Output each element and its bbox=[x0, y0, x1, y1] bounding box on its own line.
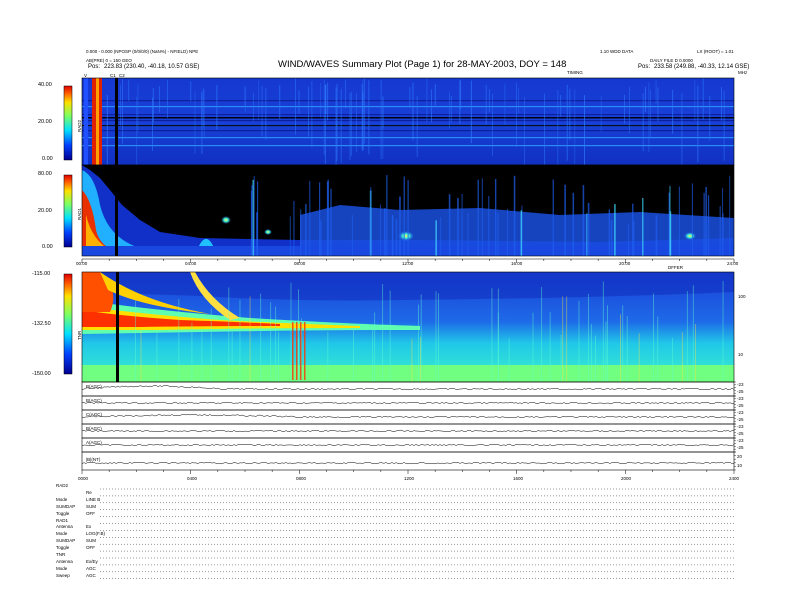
tnr-tick-top: -115.00 bbox=[32, 271, 51, 277]
line-rtick-2b: -25 bbox=[737, 417, 744, 422]
rad1-colorbar bbox=[63, 174, 73, 248]
rad1-tick-bottom: 0.00 bbox=[42, 244, 53, 250]
line-rtick-1b: -25 bbox=[737, 403, 744, 408]
rad2-tick-top: 40.00 bbox=[38, 82, 52, 88]
tnr-cursor bbox=[116, 272, 119, 382]
time-label-4: 16:00 bbox=[511, 261, 523, 266]
line-plots bbox=[81, 381, 736, 471]
line-rtick-1a: -23 bbox=[737, 396, 744, 401]
tnr-tick-mid: -132.50 bbox=[32, 321, 51, 327]
footer-row: Re bbox=[86, 489, 92, 495]
line-label-5: |B|(NT) bbox=[86, 457, 101, 462]
time-label-2: 08:00 bbox=[294, 261, 306, 266]
bottom-axis bbox=[81, 470, 735, 474]
rad2-tick-bottom: 0.00 bbox=[42, 156, 53, 162]
line-rtick-4b: -25 bbox=[737, 445, 744, 450]
footer-row: Toggle OFF bbox=[56, 545, 95, 551]
footer-row: Mode AGC bbox=[56, 565, 96, 571]
tnr-axis-label: TNR bbox=[77, 330, 82, 340]
bottom-label-6: 2400 bbox=[729, 476, 740, 481]
footer-row: Mode LOG(F.B) bbox=[56, 531, 106, 537]
line-rtick-3b: -25 bbox=[737, 431, 744, 436]
line-rtick-3a: -23 bbox=[737, 424, 744, 429]
line-label-0: B(AGC) bbox=[86, 384, 102, 389]
line-label-1: B(AGC) bbox=[86, 398, 102, 403]
line-rtick-5a: 20 bbox=[737, 454, 743, 459]
time-label-6: 24:00 bbox=[727, 261, 739, 266]
rad-cursor bbox=[115, 78, 118, 256]
rad1-panel bbox=[81, 164, 735, 257]
rad2-colorbar bbox=[63, 85, 73, 161]
footer-rad1-title: RAD1 bbox=[56, 517, 69, 523]
footer-row: Sweep AGC bbox=[56, 572, 96, 578]
line-rtick-4a: -23 bbox=[737, 438, 744, 443]
tnr-colorbar bbox=[63, 273, 73, 375]
footer-row: Antenna Ex/Ey bbox=[56, 558, 98, 564]
line-label-4: A(AGC) bbox=[86, 440, 102, 445]
tnr-panel bbox=[81, 271, 735, 383]
tnr-tick-bottom: -150.00 bbox=[32, 371, 51, 377]
tnr-right-tick-100: 100 bbox=[738, 294, 746, 299]
line-rtick-0b: -25 bbox=[737, 389, 744, 394]
line-label-2: C(AGC) bbox=[86, 412, 102, 417]
time-label-0: 00:00 bbox=[76, 261, 88, 266]
bottom-label-4: 1600 bbox=[513, 476, 524, 481]
time-label-1: 04:00 bbox=[185, 261, 197, 266]
bottom-label-1: 0400 bbox=[187, 476, 198, 481]
rad1-tick-top: 80.00 bbox=[38, 171, 52, 177]
bottom-label-5: 2000 bbox=[621, 476, 632, 481]
line-rtick-5b: 10 bbox=[737, 463, 743, 468]
footer-row: Antenna Ex bbox=[56, 524, 92, 530]
line-rtick-0a: -23 bbox=[737, 382, 744, 387]
tnr-right-tick-10: 10 bbox=[738, 352, 744, 357]
line-label-3: B(AGC) bbox=[86, 426, 102, 431]
bottom-label-2: 0800 bbox=[296, 476, 307, 481]
rad2-axis-label: RAD2 bbox=[77, 119, 82, 132]
footer-rad2-title: RAD2 bbox=[56, 483, 69, 488]
rad2-tick-mid: 20.00 bbox=[38, 119, 52, 125]
footer-row: SUMDAP SUM bbox=[56, 503, 96, 509]
footer-settings: RAD2 Re Mode LINE B SUMDAP SUM Toggle OFF R… bbox=[56, 483, 105, 580]
spectrogram-chart bbox=[63, 77, 736, 474]
tnr-corner-label: DFFER bbox=[668, 265, 683, 270]
rad2-panel bbox=[81, 77, 735, 175]
bottom-label-3: 1200 bbox=[404, 476, 415, 481]
footer-row: Mode LINE B bbox=[56, 496, 101, 502]
line-rtick-2a: -23 bbox=[737, 410, 744, 415]
footer-row: SUMDAP SUM bbox=[56, 538, 96, 544]
footer-tnr-title: TNR bbox=[56, 552, 66, 558]
time-label-5: 20:00 bbox=[619, 261, 631, 266]
footer-row: Toggle OFF bbox=[56, 510, 95, 516]
rad1-tick-mid: 20.00 bbox=[38, 208, 52, 214]
time-label-3: 12:00 bbox=[402, 261, 414, 266]
bottom-label-0: 0000 bbox=[78, 476, 89, 481]
rad1-axis-label: RAD1 bbox=[77, 207, 82, 220]
